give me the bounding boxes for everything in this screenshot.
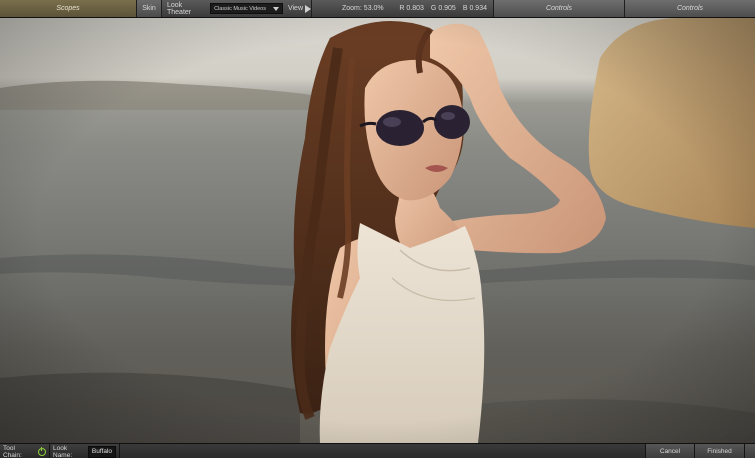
finished-button[interactable]: Finished (695, 444, 745, 458)
g-readout: G 0.905 (431, 5, 456, 12)
top-toolbar: Scopes Skin Look Theater Classic Music V… (0, 0, 755, 18)
view-button[interactable]: View (287, 4, 311, 13)
cancel-button-label: Cancel (659, 448, 681, 455)
view-button-label: View (287, 5, 303, 12)
tool-chain-group: Tool Chain: (0, 444, 50, 458)
resize-handle[interactable] (745, 444, 755, 458)
zoom-value: 53.0% (363, 5, 384, 12)
tool-chain-label: Tool Chain: (3, 444, 22, 458)
look-theater-label: Look Theater (167, 1, 192, 16)
controls-tab-1[interactable]: Controls (494, 0, 625, 17)
r-readout: R 0.803 (399, 5, 424, 12)
scopes-tab[interactable]: Scopes (0, 0, 137, 17)
zoom-readout: Zoom: 53.0% (342, 5, 384, 12)
scopes-tab-label: Scopes (56, 5, 80, 12)
look-theater-dropdown[interactable]: Classic Music Videos (210, 3, 283, 14)
cancel-button[interactable]: Cancel (646, 444, 695, 458)
controls-tab-2[interactable]: Controls (625, 0, 755, 17)
bottom-spacer (120, 444, 646, 458)
b-value: 0.934 (469, 5, 487, 12)
b-label: B (462, 5, 468, 12)
finished-button-label: Finished (707, 448, 732, 455)
look-theater-group: Look Theater Classic Music Videos View (162, 0, 312, 17)
look-name-label: Look Name: (53, 444, 73, 458)
g-label: G (430, 5, 437, 12)
r-label: R (399, 5, 405, 12)
rgb-readout: R 0.803 G 0.905 B 0.934 (399, 5, 487, 12)
g-value: 0.905 (438, 5, 456, 12)
pixel-readout: Zoom: 53.0% R 0.803 G 0.905 B 0.934 (312, 0, 494, 17)
look-name-group: Look Name: Buffalo (50, 444, 120, 458)
look-theater-dropdown-value: Classic Music Videos (214, 5, 266, 12)
zoom-label: Zoom: (342, 5, 362, 12)
controls-tab-1-label: Controls (545, 5, 573, 12)
power-icon[interactable] (38, 446, 46, 456)
controls-tab-2-label: Controls (676, 5, 704, 12)
play-icon (305, 4, 311, 13)
skin-button[interactable]: Skin (137, 0, 162, 17)
look-theater-window: Scopes Skin Look Theater Classic Music V… (0, 0, 755, 458)
chevron-down-icon (272, 6, 279, 11)
b-readout: B 0.934 (463, 5, 487, 12)
r-value: 0.803 (406, 5, 424, 12)
bottom-toolbar: Tool Chain: Look Name: Buffalo Cancel Fi… (0, 443, 755, 458)
look-name-field[interactable]: Buffalo (87, 445, 116, 458)
skin-button-label: Skin (142, 5, 156, 12)
preview-image (0, 18, 755, 443)
image-viewport[interactable] (0, 18, 755, 443)
